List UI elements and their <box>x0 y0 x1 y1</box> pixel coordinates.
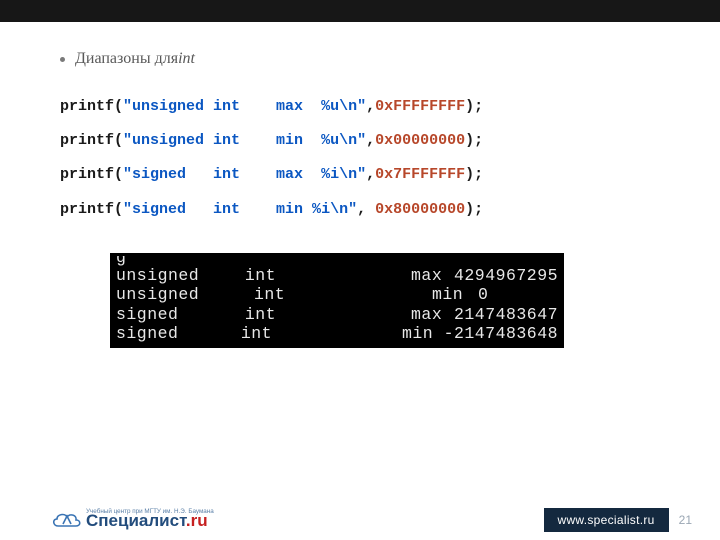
bullet-icon <box>60 57 65 62</box>
console-cell: int <box>254 285 432 304</box>
code-paren-open: ( <box>114 132 123 149</box>
footer-right: www.specialist.ru 21 <box>544 508 693 532</box>
console-cell: unsigned <box>116 266 245 285</box>
code-paren-open: ( <box>114 98 123 115</box>
code-comma: , <box>366 166 375 183</box>
code-string: "signed int min %i\n" <box>123 201 357 218</box>
code-block: printf("unsigned int max %u\n",0xFFFFFFF… <box>60 90 680 227</box>
console-cutoff-row: g <box>116 256 558 266</box>
code-paren-close: ); <box>465 132 483 149</box>
console-cell: unsigned <box>116 285 254 304</box>
console-output: g unsigned int max 4294967295 unsigned i… <box>110 253 564 348</box>
code-string: "unsigned int min %u\n" <box>123 132 366 149</box>
code-line: printf("signed int min %i\n", 0x80000000… <box>60 193 680 227</box>
code-comma: , <box>366 132 375 149</box>
code-comma: , <box>357 201 375 218</box>
console-row: signed int max 2147483647 <box>116 305 558 324</box>
code-func: printf <box>60 98 114 115</box>
code-line: printf("signed int max %i\n",0x7FFFFFFF)… <box>60 158 680 192</box>
code-func: printf <box>60 132 114 149</box>
code-paren-open: ( <box>114 201 123 218</box>
code-string: "unsigned int max %u\n" <box>123 98 366 115</box>
code-arg: 0x7FFFFFFF <box>375 166 465 183</box>
console-cell: int <box>245 266 411 285</box>
console-cell: 2147483647 <box>454 305 558 324</box>
console-cell: max <box>411 266 454 285</box>
console-cell: 0 <box>478 285 488 304</box>
console-row: unsigned int min 0 <box>116 285 558 304</box>
slide-footer: Специалист.ru Учебный центр при МГТУ им.… <box>0 500 720 540</box>
console-cell: signed <box>116 324 241 343</box>
code-paren-open: ( <box>114 166 123 183</box>
console-cell: int <box>245 305 411 324</box>
footer-url: www.specialist.ru <box>544 508 669 532</box>
heading-prefix: Диапазоны для <box>75 50 178 68</box>
code-arg: 0x00000000 <box>375 132 465 149</box>
code-paren-close: ); <box>465 166 483 183</box>
code-arg: 0x80000000 <box>375 201 465 218</box>
console-row: signed int min -2147483648 <box>116 324 558 343</box>
code-line: printf("unsigned int min %u\n",0x0000000… <box>60 124 680 158</box>
code-comma: , <box>366 98 375 115</box>
console-cell: signed <box>116 305 245 324</box>
code-line: printf("unsigned int max %u\n",0xFFFFFFF… <box>60 90 680 124</box>
page-number: 21 <box>679 513 692 527</box>
console-cell: min <box>432 285 478 304</box>
code-paren-close: ); <box>465 98 483 115</box>
code-string: "signed int max %i\n" <box>123 166 366 183</box>
console-cell: -2147483648 <box>444 324 558 343</box>
code-func: printf <box>60 166 114 183</box>
top-dark-bar <box>0 0 720 22</box>
slide-heading: Диапазоны для int <box>60 50 680 68</box>
slide-page: Диапазоны для int printf("unsigned int m… <box>0 0 720 540</box>
console-cell: min <box>402 324 444 343</box>
code-arg: 0xFFFFFFFF <box>375 98 465 115</box>
slide-content: Диапазоны для int printf("unsigned int m… <box>60 50 680 348</box>
console-row: unsigned int max 4294967295 <box>116 266 558 285</box>
heading-italic: int <box>178 50 195 68</box>
console-cell: int <box>241 324 402 343</box>
console-cell: 4294967295 <box>454 266 558 285</box>
cloud-icon <box>50 508 84 534</box>
code-paren-close: ); <box>465 201 483 218</box>
brand-subtitle: Учебный центр при МГТУ им. Н.Э. Баумана <box>86 508 214 515</box>
console-cell: max <box>411 305 454 324</box>
code-func: printf <box>60 201 114 218</box>
